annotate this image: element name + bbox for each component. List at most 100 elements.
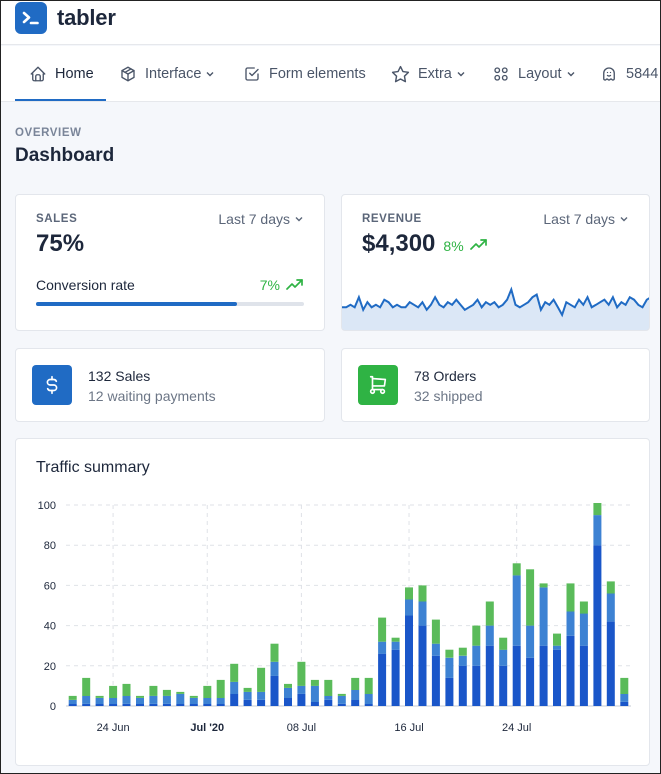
bar-segment xyxy=(579,613,588,646)
bar-segment xyxy=(512,645,521,706)
bar-segment xyxy=(149,704,158,706)
x-tick-label: Jul '20 xyxy=(190,722,224,734)
bar-segment xyxy=(539,583,548,588)
change-value: 7% xyxy=(259,277,280,293)
bar-segment xyxy=(109,685,118,698)
bar-segment xyxy=(405,587,413,600)
bar-segment xyxy=(418,585,427,602)
bar-segment xyxy=(162,704,171,706)
bar-segment xyxy=(310,702,319,706)
main-nav: Home Interface Form elements Extra Layou… xyxy=(1,46,660,102)
nav-item-form-elements[interactable]: Form elements xyxy=(243,46,366,101)
bar-segment xyxy=(566,611,575,636)
bar-segment xyxy=(162,689,171,696)
bar-segment xyxy=(566,635,575,706)
shopping-cart-icon xyxy=(358,365,398,405)
bar-segment xyxy=(499,665,508,706)
y-tick-label: 20 xyxy=(44,661,56,673)
bar-segment xyxy=(95,698,104,704)
nav-label: Layout xyxy=(518,66,562,82)
nav-label: 5844 xyxy=(626,66,659,82)
bar-segment xyxy=(539,587,548,646)
chevron-down-icon xyxy=(620,217,628,222)
bar-segment xyxy=(539,645,548,706)
nav-item-layout[interactable]: Layout xyxy=(492,46,576,101)
bar-segment xyxy=(472,645,481,666)
bar-segment xyxy=(606,581,615,594)
bar-segment xyxy=(445,657,454,678)
bar-segment xyxy=(149,685,158,696)
bar-segment xyxy=(512,575,521,646)
revenue-card: REVENUE Last 7 days $4,300 8% xyxy=(341,194,650,331)
x-tick-label: 24 Jun xyxy=(97,722,130,734)
y-tick-label: 100 xyxy=(38,500,56,512)
bar-segment xyxy=(82,677,91,696)
bar-segment xyxy=(337,695,346,704)
orders-count: 78 Orders xyxy=(414,368,477,384)
bar-segment xyxy=(620,693,629,702)
bar-segment xyxy=(297,693,306,706)
revenue-value: $4,300 xyxy=(362,230,436,257)
bar-segment xyxy=(216,679,225,698)
tabler-logo-icon[interactable] xyxy=(15,2,47,34)
bar-segment xyxy=(526,569,535,626)
layout-grid-icon xyxy=(494,67,508,81)
bar-segment xyxy=(364,677,373,694)
sales-range-dropdown[interactable]: Last 7 days xyxy=(218,211,304,227)
bar-segment xyxy=(324,695,333,700)
bar-segment xyxy=(149,695,158,704)
bar-segment xyxy=(579,645,588,706)
x-tick-label: 16 Jul xyxy=(394,722,423,734)
active-nav-indicator xyxy=(15,99,106,101)
bar-segment xyxy=(270,675,279,706)
y-tick-label: 80 xyxy=(44,540,56,552)
conversion-rate-label: Conversion rate xyxy=(36,277,135,293)
orders-shipped: 32 shipped xyxy=(414,388,483,404)
bar-segment xyxy=(82,695,91,704)
bar-segment xyxy=(216,704,225,706)
top-bar: tabler xyxy=(1,1,660,45)
bar-segment xyxy=(553,633,561,646)
star-icon xyxy=(391,65,410,82)
bar-segment xyxy=(593,503,602,516)
bar-segment xyxy=(230,663,239,682)
bar-segment xyxy=(579,601,588,614)
revenue-change: 8% xyxy=(443,238,464,254)
bar-segment xyxy=(606,593,615,622)
bar-segment xyxy=(593,515,602,546)
bar-segment xyxy=(472,625,481,646)
checkbox-icon xyxy=(245,67,259,81)
bar-segment xyxy=(257,691,266,700)
nav-item-extra[interactable]: Extra xyxy=(391,46,466,101)
y-tick-label: 40 xyxy=(44,621,56,633)
bar-segment xyxy=(176,691,185,694)
bar-segment xyxy=(512,563,521,576)
bar-segment xyxy=(485,625,494,646)
revenue-range-dropdown[interactable]: Last 7 days xyxy=(543,211,629,227)
x-tick-label: 24 Jul xyxy=(502,722,531,734)
bar-segment xyxy=(485,645,494,706)
bar-segment xyxy=(284,683,292,688)
bar-segment xyxy=(526,625,535,658)
nav-item-interface[interactable]: Interface xyxy=(119,46,215,101)
bar-segment xyxy=(458,655,467,666)
bar-segment xyxy=(136,698,144,704)
sales-count: 132 Sales xyxy=(88,368,151,384)
dropdown-label: Last 7 days xyxy=(218,211,290,227)
bar-segment xyxy=(499,637,508,650)
brand-name[interactable]: tabler xyxy=(57,5,116,31)
bar-segment xyxy=(243,691,252,700)
chevron-down-icon xyxy=(457,72,465,77)
bar-segment xyxy=(68,695,77,700)
bar-segment xyxy=(122,683,131,696)
nav-item-ghost[interactable]: 5844 xyxy=(600,46,659,101)
bar-segment xyxy=(68,700,77,704)
bar-segment xyxy=(284,687,292,698)
nav-item-home[interactable]: Home xyxy=(29,46,94,101)
bar-segment xyxy=(122,695,131,704)
y-tick-label: 60 xyxy=(44,580,56,592)
trending-up-icon xyxy=(469,239,487,250)
conversion-progress-track xyxy=(36,302,304,306)
bar-segment xyxy=(324,700,333,706)
bar-segment xyxy=(257,667,266,692)
